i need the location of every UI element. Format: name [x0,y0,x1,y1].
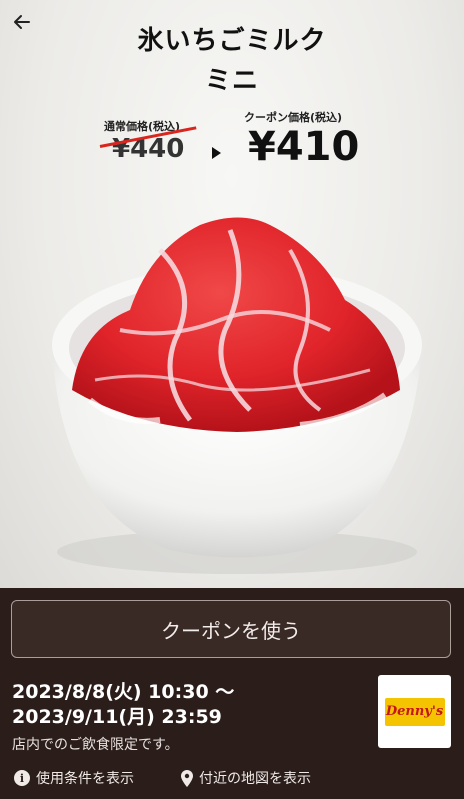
info-icon: i [14,770,30,786]
product-size: ミニ [204,66,259,96]
coupon-price: ¥410 [248,124,360,170]
use-coupon-button[interactable]: クーポンを使う [11,600,451,658]
map-link[interactable]: 付近の地図を表示 [181,768,311,788]
shaved-ice-image [52,217,422,574]
usage-note: 店内でのご飲食限定です。 [12,737,179,753]
coupon-panel: クーポンを使う 2023/8/8(火) 10:30 〜 2023/9/11(月)… [0,588,464,799]
triangle-right-icon [212,147,221,159]
product-hero: 氷いちごミルク ミニ 通常価格(税込) ¥440 クーポン価格(税込) ¥410 [0,0,464,588]
location-pin-icon [181,769,193,787]
terms-label: 使用条件を表示 [36,771,134,787]
map-label: 付近の地図を表示 [199,771,311,787]
footer-links: i 使用条件を表示 付近の地図を表示 [0,766,464,790]
terms-link[interactable]: i 使用条件を表示 [14,768,134,788]
valid-until: 2023/9/11(月) 23:59 [12,706,222,728]
valid-from: 2023/8/8(火) 10:30 〜 [12,681,235,703]
coupon-price-label: クーポン価格(税込) [244,111,343,124]
product-title: 氷いちごミルク [137,26,327,56]
dennys-logo: Denny's [378,675,451,748]
logo-text: Denny's [385,704,444,719]
